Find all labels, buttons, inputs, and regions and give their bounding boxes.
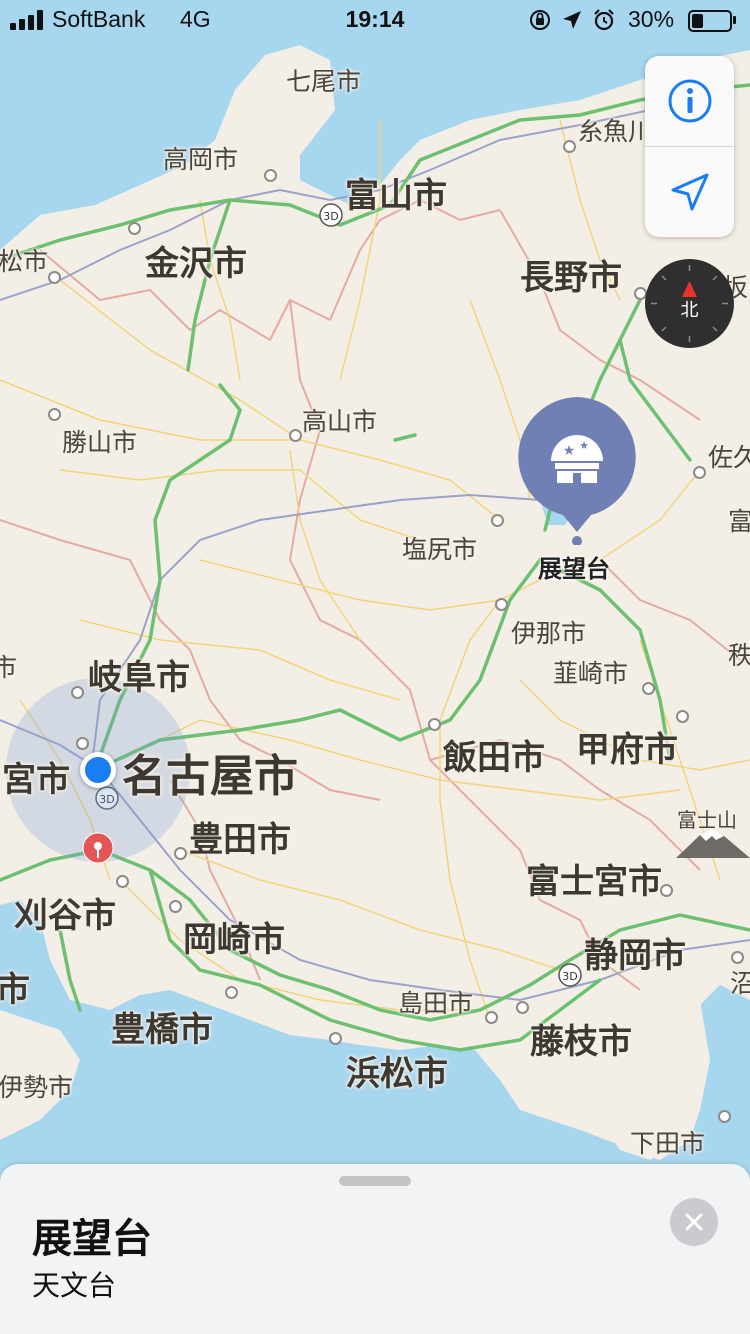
city-label: 飯田市: [443, 738, 545, 778]
city-dot: [642, 682, 655, 695]
city-dot: [116, 875, 129, 888]
place-card-sheet[interactable]: 展望台 天文台: [0, 1164, 750, 1334]
city-label: 高山市: [302, 407, 378, 436]
city-label: 秩: [728, 641, 750, 670]
close-icon: [685, 1213, 703, 1231]
city-label: 名古屋市: [122, 751, 298, 802]
city-label: 伊勢市: [0, 1073, 74, 1102]
city-label: 高岡市: [163, 145, 239, 174]
place-category: 天文台: [32, 1269, 117, 1302]
city-label: 塩尻市: [402, 535, 478, 564]
city-label: 豊橋市: [111, 1010, 213, 1050]
city-dot: [128, 222, 141, 235]
compass-button[interactable]: 北: [645, 259, 734, 348]
alarm-icon: [594, 9, 614, 31]
location-services-icon: [563, 11, 581, 29]
city-label: 沼: [730, 969, 750, 998]
city-dot: [718, 1110, 731, 1123]
city-label: 富士宮市: [526, 862, 662, 902]
city-label: 下田市: [630, 1129, 706, 1158]
city-label: 韮崎市: [553, 659, 629, 688]
svg-text:★: ★: [579, 439, 589, 452]
city-dot: [76, 737, 89, 750]
svg-text:3D: 3D: [323, 210, 338, 223]
city-label: 市: [0, 653, 18, 682]
status-bar: SoftBank 4G 19:14 30%: [0, 0, 750, 40]
map-pin-icon[interactable]: [82, 832, 114, 876]
user-location-dot[interactable]: [80, 752, 116, 788]
city-label: 岐阜市: [88, 658, 190, 698]
city-dot: [225, 986, 238, 999]
city-label: 市: [0, 970, 30, 1010]
sheet-grabber[interactable]: [339, 1176, 411, 1186]
city-dot: [174, 847, 187, 860]
city-dot: [693, 466, 706, 479]
info-icon: [668, 79, 711, 123]
city-label: 藤枝市: [530, 1022, 632, 1062]
observatory-icon: ★ ★: [518, 397, 636, 546]
city-label: 七尾市: [286, 67, 362, 96]
city-label: 松市: [0, 247, 49, 276]
city-dot: [71, 686, 84, 699]
city-label: 伊那市: [511, 619, 587, 648]
city-label: 岡崎市: [183, 920, 285, 960]
3d-badge: 3D: [319, 203, 343, 227]
map-controls: [645, 56, 734, 237]
battery-cap: [733, 16, 736, 24]
city-label: 甲府市: [576, 730, 678, 770]
info-button[interactable]: [645, 56, 734, 146]
poi-label[interactable]: 展望台: [538, 549, 610, 584]
city-label: 宮市: [2, 760, 70, 800]
compass-icon: 北: [651, 265, 728, 342]
location-arrow-icon: [671, 173, 708, 211]
current-location-button[interactable]: [645, 147, 734, 237]
close-button[interactable]: [670, 1198, 718, 1246]
city-dot: [264, 169, 277, 182]
city-dot: [329, 1032, 342, 1045]
city-label: 糸魚川: [578, 117, 654, 146]
city-label: 勝山市: [62, 428, 138, 457]
city-label: 富: [728, 507, 750, 536]
city-dot: [491, 514, 504, 527]
city-dot: [169, 900, 182, 913]
svg-text:3D: 3D: [562, 970, 577, 983]
city-dot: [495, 598, 508, 611]
place-title: 展望台: [32, 1216, 152, 1262]
city-label: 富山市: [345, 176, 447, 216]
svg-text:★: ★: [563, 443, 576, 459]
city-dot: [485, 1011, 498, 1024]
city-dot: [563, 140, 576, 153]
city-dot: [48, 271, 61, 284]
city-dot: [48, 408, 61, 421]
city-label: 浜松市: [346, 1054, 448, 1094]
city-label: 長野市: [520, 258, 622, 298]
city-label: 刈谷市: [14, 896, 116, 936]
compass-north-label: 北: [681, 300, 699, 321]
observatory-marker[interactable]: ★ ★: [517, 397, 637, 546]
3d-badge: 3D: [558, 963, 582, 987]
city-dot: [516, 1001, 529, 1014]
orientation-lock-icon: [530, 10, 550, 30]
city-label: 金沢市: [145, 244, 247, 284]
city-label: 島田市: [398, 989, 474, 1018]
city-label: 豊田市: [189, 820, 291, 860]
battery-fill: [692, 14, 703, 28]
city-label: 佐久: [708, 443, 750, 472]
city-label: 富士山: [677, 808, 737, 832]
city-label: 静岡市: [584, 936, 686, 976]
battery-percentage: 30%: [628, 6, 675, 32]
city-dot: [289, 429, 302, 442]
battery-icon: [688, 10, 732, 32]
city-dot: [731, 951, 744, 964]
map-view[interactable]: 3D 3D 3D 七尾市 高岡市 富山市 糸魚川 松市 金沢市 長野市 高山市 …: [0, 0, 750, 1334]
city-dot: [428, 718, 441, 731]
